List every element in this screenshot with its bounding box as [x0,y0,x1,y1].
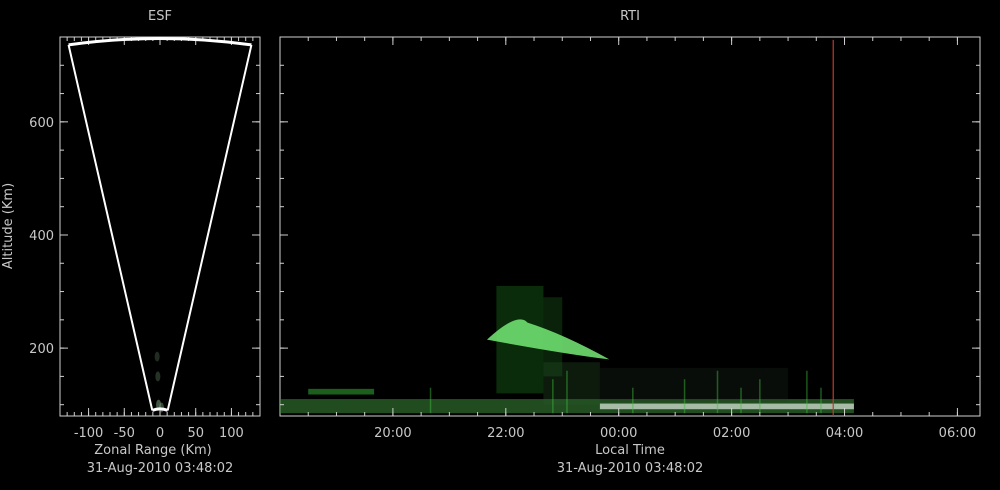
rti-xtick-label: 22:00 [487,426,524,441]
esf-xtick-label: 50 [187,426,204,441]
rti-xtick-label: 00:00 [600,426,637,441]
rti-xtick-label: 06:00 [939,426,976,441]
rti-echo-region [543,362,600,405]
rti-timestamp: 31-Aug-2010 03:48:02 [557,461,704,476]
esf-xtick-label: 0 [156,426,164,441]
rti-echo-region [308,388,375,395]
esf-xtick-label: -100 [74,426,104,441]
esf-rti-figure: ESF 200 400 600 -100 -50 0 50 100 Altitude (Km)… [1,9,981,476]
rti-echo-region [599,403,854,410]
rti-panel: RTI 20:00 22:00 00:00 02:00 04:00 06:00 Local… [279,9,981,476]
esf-xtick-label: 100 [219,426,244,441]
rti-xtick-label: 04:00 [826,426,863,441]
esf-echo [154,351,160,362]
esf-xtick-label: -50 [114,426,135,441]
esf-xlabel: Zonal Range (Km) [94,443,211,458]
esf-title: ESF [148,9,172,24]
esf-ytick-label: 200 [29,342,54,357]
esf-panel: ESF 200 400 600 -100 -50 0 50 100 Altitude (Km)… [1,9,261,476]
esf-plot-frame [59,36,261,417]
rti-title: RTI [620,9,640,24]
rti-xtick-label: 02:00 [713,426,750,441]
esf-ylabel: Altitude (Km) [1,183,16,269]
rti-plot-frame [279,36,981,417]
esf-ytick-label: 400 [29,229,54,244]
esf-ytick-label: 600 [29,116,54,131]
esf-timestamp: 31-Aug-2010 03:48:02 [87,461,234,476]
rti-xlabel: Local Time [595,443,665,458]
esf-beam-inner-arc [151,407,169,412]
rti-xtick-label: 20:00 [374,426,411,441]
esf-echo [155,371,161,382]
